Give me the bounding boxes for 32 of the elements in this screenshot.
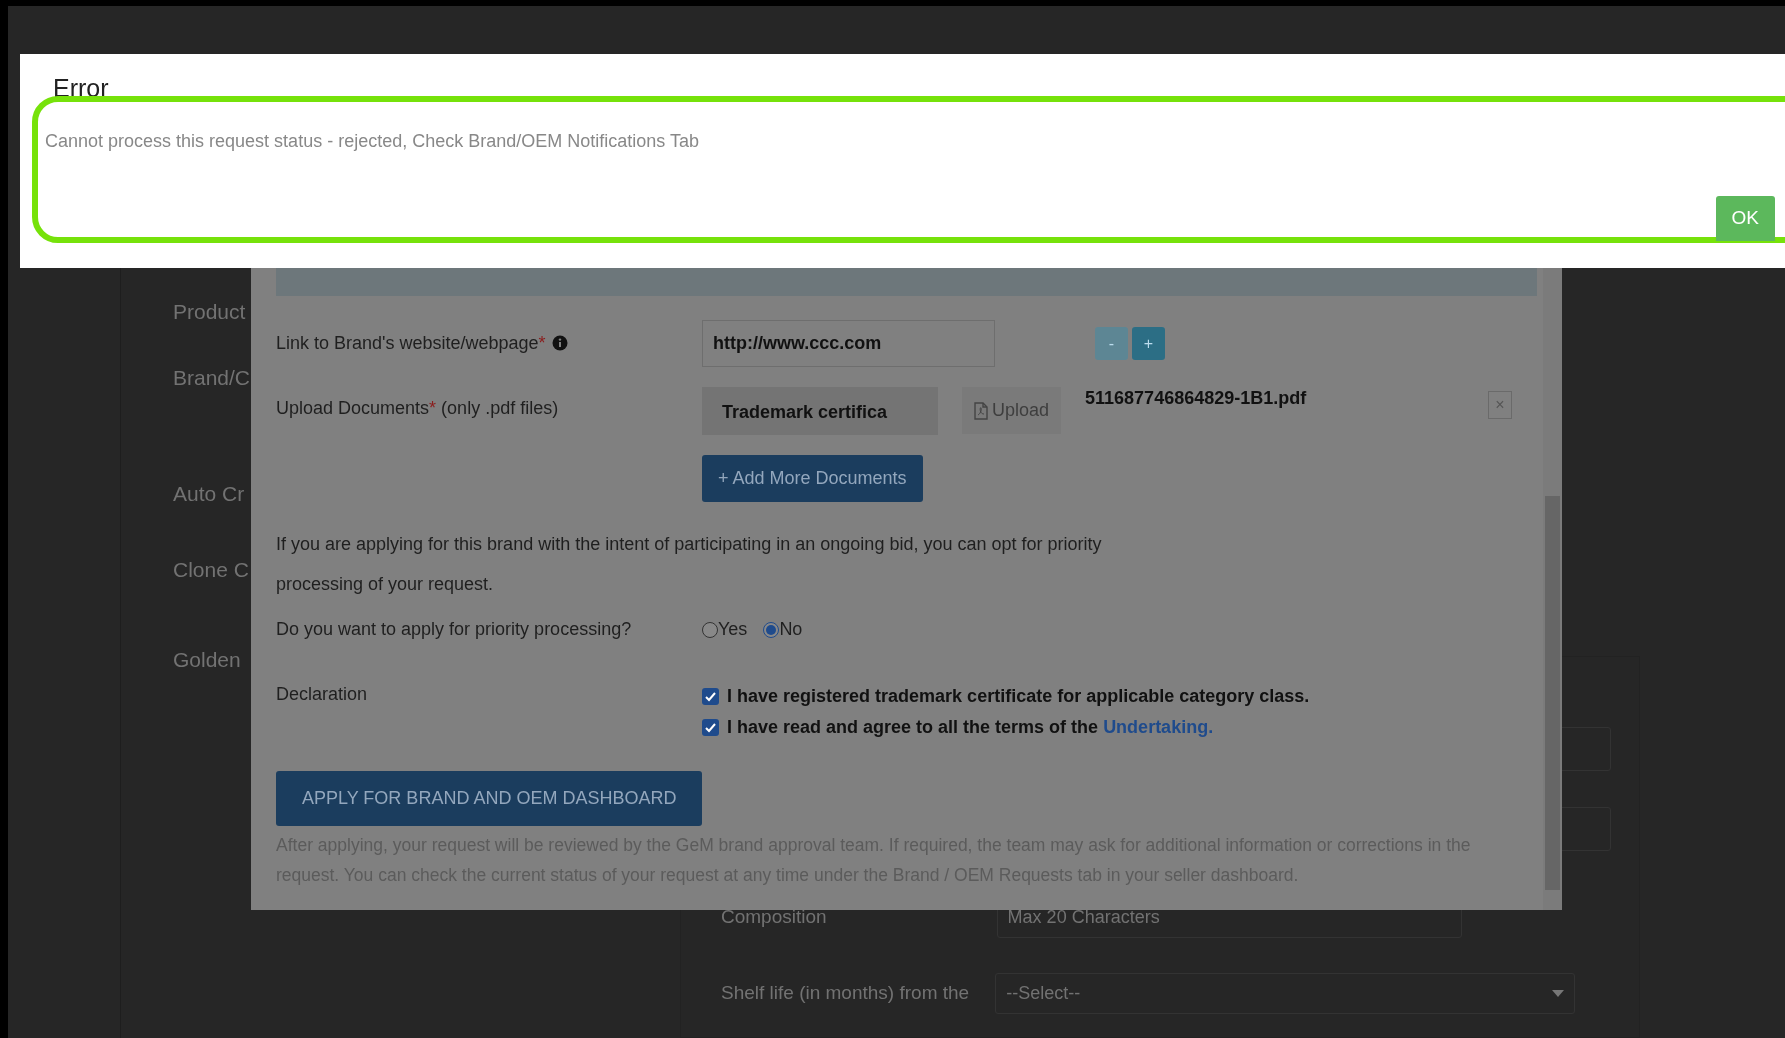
file-name: 511687746864829-1B1.pdf [1085,387,1307,410]
field-label: Shelf life (in months) from the [721,981,970,1006]
document-type-field[interactable]: Trademark certifica [702,387,938,435]
checkbox[interactable] [702,719,719,736]
field-label: Clone C [173,557,249,583]
field-label: Composition [721,905,827,930]
shelf-life-select[interactable]: --Select-- [995,973,1576,1014]
radio-option[interactable]: No [763,616,803,643]
field-label: Do you want to apply for priority processing? [276,619,632,639]
website-field[interactable]: http://www.ccc.com [702,320,995,367]
add-button[interactable]: + [1132,327,1165,360]
radio-option[interactable]: Yes [702,616,748,643]
field-label: Auto Cr [173,481,245,507]
field-label: Golden [173,647,241,673]
field-label: Declaration [276,684,368,704]
field-label: Upload Documents* (only .pdf files) [276,398,559,418]
field-label: Brand/C [173,365,251,391]
document-icon [974,401,988,420]
upload-button[interactable]: Upload [962,387,1062,434]
error-message: Cannot process this request status - rejected, Check Brand/OEM Notifications Tab [45,130,699,153]
add-documents-button[interactable]: + Add More Documents [702,455,923,502]
checkbox[interactable] [702,688,719,705]
field-label: Link to Brand's website/webpage* [276,333,546,353]
caret-icon [1552,989,1565,998]
ok-button[interactable]: OK [1715,196,1775,241]
info-icon[interactable] [551,335,568,351]
undertaking-link[interactable]: Undertaking. [1103,717,1214,737]
field-label: Product [173,299,246,325]
priority-note: If you are applying for this brand with the intent of participating in an ongoing bid, you can opt for priority processing of your request. [276,533,1103,596]
declaration-text: I have registered trademark certificate for applicable category class. [727,685,1310,708]
declaration-text: I have read and agree to all the terms of the Undertaking. [727,716,1214,739]
apply-button[interactable]: APPLY FOR BRAND AND OEM DASHBOARD [276,771,703,826]
